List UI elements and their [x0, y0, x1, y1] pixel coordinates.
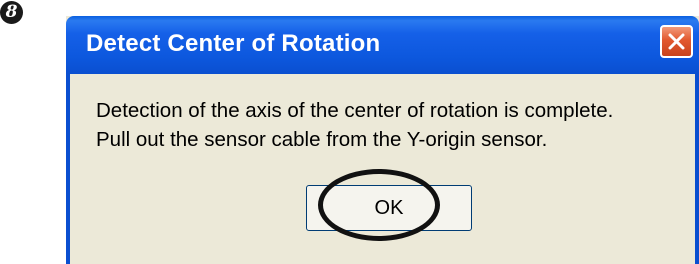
close-button[interactable]	[660, 25, 693, 58]
dialog-title: Detect Center of Rotation	[86, 30, 381, 57]
dialog-message: Detection of the axis of the center of r…	[96, 96, 686, 154]
detect-center-dialog: Detect Center of Rotation Detection of t…	[66, 16, 699, 264]
ok-button[interactable]: OK	[306, 185, 472, 231]
step-number-badge: 8	[0, 1, 23, 24]
manual-step-page: 8 Detect Center of Rotation Detection of…	[0, 0, 699, 264]
dialog-border-right	[695, 74, 699, 264]
message-line-2: Pull out the sensor cable from the Y-ori…	[96, 128, 548, 151]
message-line-1: Detection of the axis of the center of r…	[96, 99, 614, 122]
close-icon	[668, 33, 685, 50]
dialog-border-left	[66, 74, 70, 264]
dialog-title-bar[interactable]: Detect Center of Rotation	[66, 16, 699, 74]
